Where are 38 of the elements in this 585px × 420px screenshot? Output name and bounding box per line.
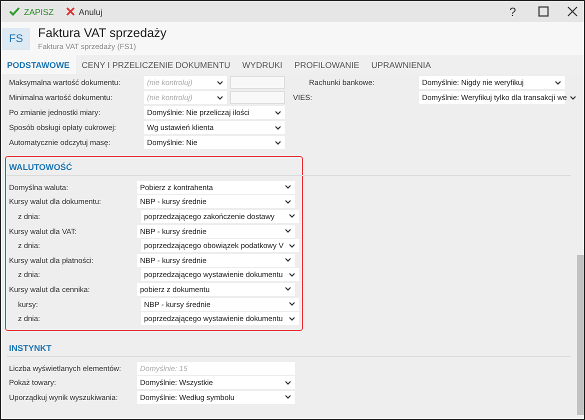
save-button[interactable]: ZAPISZ [7,4,56,18]
chevron-down-icon [285,258,291,262]
chevron-down-icon [285,229,291,234]
checkmark-icon [9,7,20,16]
maximize-icon[interactable] [538,6,549,17]
chevron-down-icon [217,96,223,100]
input-field[interactable] [230,76,285,89]
chevron-down-icon [285,287,291,292]
chevron-down-icon [275,140,281,144]
cancel-button[interactable]: Anuluj [64,4,104,18]
tab[interactable]: PODSTAWOWE [1,55,76,74]
section-title: WALUTOWOŚĆ [9,162,72,172]
tab[interactable]: CENY I PRZELICZENIE DOKUMENTU [76,55,236,74]
close-icon[interactable] [567,6,578,17]
close-icon [66,7,75,16]
chevron-down-icon [289,214,295,218]
tab[interactable]: UPRAWNIENIA [365,55,437,74]
chevron-down-icon [289,244,295,248]
input-field[interactable] [230,91,285,104]
chevron-down-icon [570,96,576,100]
section-title: INSTYNKT [9,342,52,353]
chevron-down-icon [285,200,291,204]
window-title: Faktura VAT sprzedaży [38,26,167,40]
chevron-down-icon [285,185,291,190]
chevron-down-icon [289,302,295,306]
scrollbar-thumb[interactable] [577,255,584,415]
chevron-down-icon [289,272,295,277]
chevron-down-icon [285,380,291,385]
chevron-down-icon [275,110,281,114]
tab[interactable]: PROFILOWANIE [288,55,366,74]
chevron-down-icon [555,80,561,84]
help-button[interactable]: ? [505,4,520,18]
chevron-down-icon [275,126,281,130]
document-type-badge: FS [2,28,30,50]
tab[interactable]: WYDRUKI [236,55,288,74]
chevron-down-icon [217,80,223,84]
chevron-down-icon [285,395,291,400]
chevron-down-icon [289,316,295,321]
